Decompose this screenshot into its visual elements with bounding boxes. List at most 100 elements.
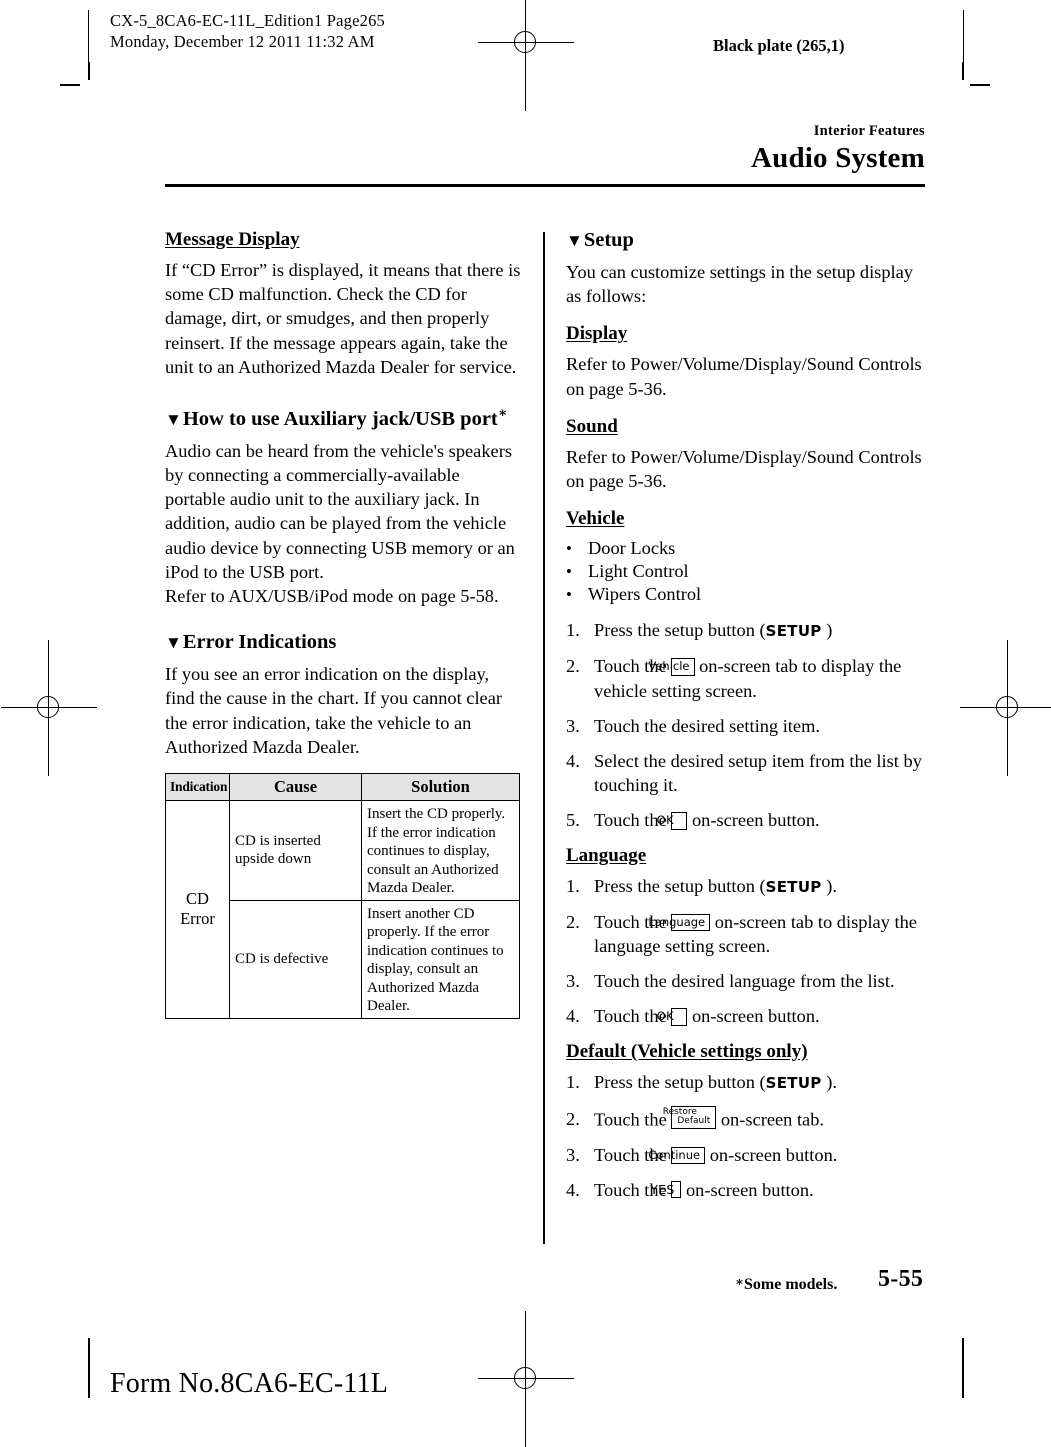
setup-button-key[interactable]: SETUP <box>766 1074 822 1092</box>
table-header-cause: Cause <box>229 773 362 802</box>
table-header-row: Indication Cause Solution <box>165 773 520 802</box>
table-cell-solution: Insert another CD properly. If the error… <box>361 899 520 1019</box>
bullet-dot-icon: • <box>566 585 572 605</box>
setup-button-key[interactable]: SETUP <box>766 878 822 896</box>
paragraph-setup: You can customize settings in the setup … <box>566 262 914 307</box>
step-text-post: on-screen button. <box>705 1144 838 1165</box>
trim-line-top-right <box>963 10 965 70</box>
running-head: Interior Features Audio System <box>165 122 925 176</box>
table-cell-cause: CD is inserted upside down <box>229 800 362 901</box>
heading-language: Language <box>566 844 647 866</box>
footnote-text: Some models. <box>743 1276 838 1293</box>
list-item: 3. Touch the desired setting item. <box>566 714 922 738</box>
step-text-post: ). <box>821 1071 837 1092</box>
setup-button-key[interactable]: SETUP <box>766 622 822 640</box>
list-item: 4. Select the desired setup item from the… <box>566 749 922 797</box>
list-item: 1. Press the setup button (SETUP ). <box>566 1070 922 1095</box>
list-item: 2. Touch the Restore Default on-screen tab… <box>566 1105 922 1132</box>
registration-mark-top <box>478 0 574 111</box>
vehicle-steps-list: 1. Press the setup button (SETUP ) 2. Touc… <box>566 618 922 832</box>
table-header-indication: Indication <box>165 773 230 802</box>
heading-setup-label: Setup <box>583 229 634 251</box>
list-item: 3. Touch the desired language from the li… <box>566 969 922 993</box>
step-text-post: on-screen button. <box>681 1179 814 1200</box>
indication-line-2: Error <box>180 909 215 929</box>
registration-mark-right <box>960 640 1051 776</box>
heading-display: Display <box>566 323 628 345</box>
registration-mark-bottom <box>478 1311 574 1447</box>
list-item: 4. Touch the OK on-screen button. <box>566 1004 922 1028</box>
heading-setup: ▼Setup <box>566 228 922 253</box>
left-column: Message Display If “CD Error” is display… <box>165 228 521 1019</box>
crop-mark-bottom-left-vertical <box>88 1338 90 1398</box>
step-text-post: on-screen tab. <box>716 1109 825 1130</box>
trim-line-top-left-inner <box>88 10 90 62</box>
heading-vehicle: Vehicle <box>566 508 625 530</box>
step-number: 3. <box>566 971 580 992</box>
default-steps-list: 1. Press the setup button (SETUP ). 2. Tou… <box>566 1070 922 1202</box>
list-item: • Light Control <box>566 560 922 583</box>
bullet-dot-icon: • <box>566 562 572 582</box>
step-text-pre: Select the desired setup item from the l… <box>594 751 922 796</box>
paragraph-message-display: If “CD Error” is displayed, it means tha… <box>165 260 521 377</box>
restore-default-tab-key[interactable]: Restore Default <box>663 1105 717 1130</box>
step-number: 5. <box>566 810 580 831</box>
asterisk-marker: ∗ <box>735 1274 744 1289</box>
table-header-solution: Solution <box>361 773 520 802</box>
paragraph-sound: Refer to Power/Volume/Display/Sound Cont… <box>566 446 922 492</box>
triangle-bullet-icon: ▼ <box>566 231 584 250</box>
step-text-post: ). <box>821 875 837 896</box>
column-divider <box>543 232 545 1244</box>
ok-button-key[interactable]: OK <box>657 1008 688 1026</box>
list-item: • Door Locks <box>566 537 922 560</box>
list-item: 4. Touch the YES on-screen button. <box>566 1178 922 1202</box>
list-item: 3. Touch the Continue on-screen button. <box>566 1143 922 1167</box>
list-item: 5. Touch the OK on-screen button. <box>566 808 922 832</box>
crop-mark-top-right-horizontal <box>970 84 990 86</box>
language-steps-list: 1. Press the setup button (SETUP ). 2. Tou… <box>566 874 922 1029</box>
step-text-pre: Press the setup button ( <box>594 620 766 641</box>
list-item: • Wipers Control <box>566 583 922 606</box>
heading-sound: Sound <box>566 415 618 437</box>
vehicle-settings-list: • Door Locks • Light Control • Wipers Contr… <box>566 537 922 606</box>
list-item-label: Wipers Control <box>588 584 702 605</box>
asterisk-marker: ∗ <box>497 406 508 422</box>
step-number: 2. <box>566 656 580 677</box>
job-slug-line-2: Monday, December 12 2011 11:32 AM <box>110 32 375 51</box>
step-number: 4. <box>566 1179 580 1200</box>
footnote: ∗Some models. <box>735 1274 837 1294</box>
step-text-pre: Press the setup button ( <box>594 875 766 896</box>
yes-button-key[interactable]: YES <box>650 1181 682 1198</box>
language-tab-key[interactable]: Language <box>648 913 711 932</box>
heading-message-display: Message Display <box>165 229 300 250</box>
step-number: 2. <box>566 911 580 932</box>
registration-mark-left <box>1 640 97 776</box>
crop-mark-bottom-right-vertical <box>962 1338 964 1398</box>
step-text-post: ) <box>821 620 833 641</box>
vehicle-tab-key[interactable]: Vehicle <box>648 658 695 676</box>
paragraph-display: Refer to Power/Volume/Display/Sound Cont… <box>566 354 922 399</box>
list-item: 1. Press the setup button (SETUP ) <box>566 618 922 643</box>
paragraph-error-indications: If you see an error indication on the di… <box>165 664 503 757</box>
table-cell-indication: CD Error <box>165 800 230 1019</box>
step-number: 4. <box>566 751 580 772</box>
heading-aux-usb-port-label: How to use Auxiliary jack/USB port <box>182 407 498 430</box>
restore-default-line-1: Restore <box>662 1106 697 1117</box>
black-plate-label: Black plate (265,1) <box>713 36 845 55</box>
step-text-pre: Touch the desired setting item. <box>594 715 820 736</box>
step-number: 2. <box>566 1109 580 1130</box>
error-indication-table: Indication Cause Solution CD Error CD is… <box>165 773 520 1019</box>
right-column: ▼Setup You can customize settings in the… <box>566 228 922 1213</box>
continue-button-key[interactable]: Continue <box>648 1146 706 1165</box>
list-item: 2. Touch the Language on-screen tab to di… <box>566 910 922 958</box>
step-number: 3. <box>566 1144 580 1165</box>
ok-button-key[interactable]: OK <box>657 812 688 830</box>
step-number: 4. <box>566 1006 580 1027</box>
list-item: 2. Touch the Vehicle on-screen tab to dis… <box>566 654 922 702</box>
step-number: 1. <box>566 1071 580 1092</box>
step-text-post: on-screen button. <box>687 810 820 831</box>
crop-mark-top-left-vertical <box>88 62 90 80</box>
step-text-pre: Touch the <box>594 1109 672 1130</box>
triangle-bullet-icon: ▼ <box>165 633 183 653</box>
list-item-label: Door Locks <box>588 538 676 559</box>
